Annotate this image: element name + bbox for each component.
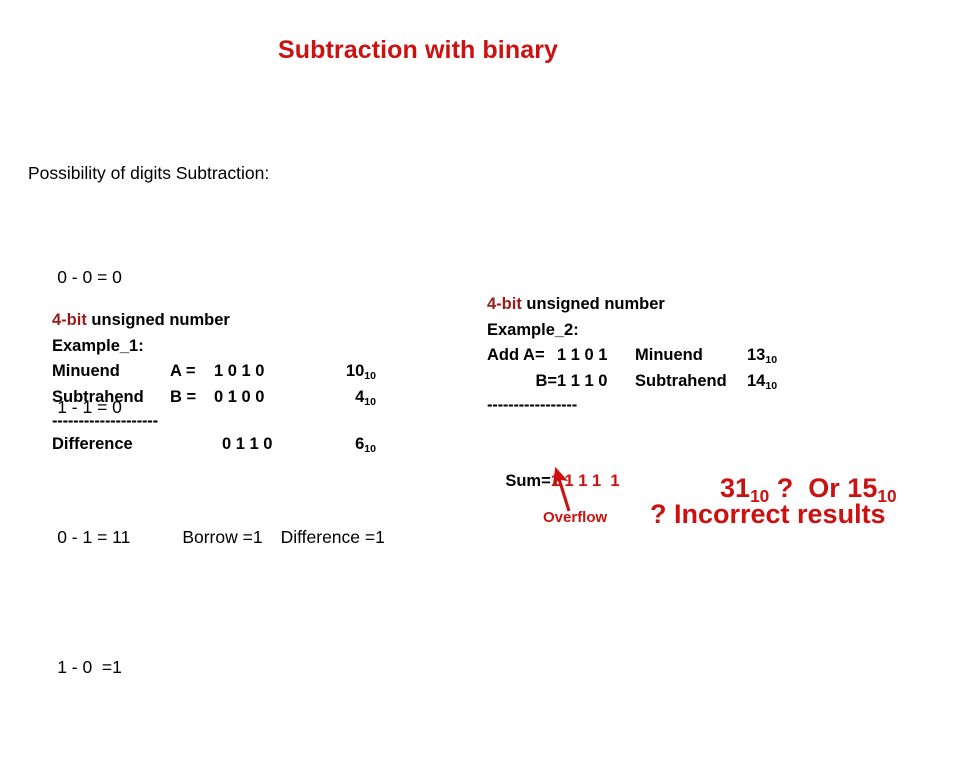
example-1-subtrahend-bits: 0 1 0 0 [214,387,265,406]
example-1-label: Example_1: [52,336,144,355]
example-2-minuend-row: Add A= 1 1 0 1 Minuend 1310 [487,343,793,369]
example-2-subtrahend-decimal: 1410 [747,371,778,392]
rule-row-1: 0 - 0 = 0 [28,238,385,316]
example-2-label: Example_2: [487,320,579,339]
example-1-minuend-var: A = [170,362,196,380]
rule-expression-3: 0 - 1 = 11 [57,527,131,547]
overflow-label: Overflow [543,509,608,526]
example-1-minuend-name: Minuend [52,362,120,380]
rule-row-4: 1 - 0 =1 [28,628,385,706]
rule-expression-4: 1 - 0 =1 [57,657,122,677]
example-1-subtrahend-row: Subtrahend B = 0 1 0 0 410 [52,385,376,411]
rule-borrow-3: Borrow =1 [182,527,263,547]
example-2-subtrahend-role: Subtrahend [635,371,727,390]
rule-row-3: 0 - 1 = 11 Borrow =1 Difference =1 [28,498,385,576]
example-1-subtrahend-name: Subtrahend [52,387,144,406]
example-1-block: 4-bit unsigned number Example_1: Minuend… [52,308,376,458]
example-2-header-rest: unsigned number [521,295,665,313]
example-1-separator: -------------------- [52,412,158,430]
example-1-difference-name: Difference [52,435,133,453]
rule-difference-3: Difference =1 [280,527,385,547]
example-2-bitwidth: 4-bit [487,295,522,313]
example-2-minuend-bits: 1 1 0 1 [557,346,608,364]
slide-canvas: Subtraction with binary Possibility of d… [0,0,960,677]
example-2-header: 4-bit unsigned number [487,292,793,318]
example-1-header: 4-bit unsigned number [52,308,376,334]
rule-expression-1: 0 - 0 = 0 [57,267,122,287]
overflow-arrow-icon [552,466,571,512]
example-1-subtrahend-decimal: 410 [355,387,376,408]
example-2-block: 4-bit unsigned number Example_2: Add A= 1… [487,292,793,416]
rules-heading: Possibility of digits Subtraction: [28,163,270,183]
example-1-minuend-bits: 1 0 1 0 [214,362,265,380]
example-1-bitwidth: 4-bit [52,311,87,329]
incorrect-results-text: ? Incorrect results [650,499,886,529]
example-2-minuend-operator: Add A= [487,346,545,364]
example-2-subtrahend-operator: B= [535,371,557,390]
example-1-subtrahend-var: B = [170,387,197,406]
example-1-minuend-row: Minuend A = 1 0 1 0 1010 [52,359,376,385]
example-1-minuend-decimal: 1010 [345,362,376,382]
page-title: Subtraction with binary [277,36,559,64]
example-2-separator: ----------------- [487,396,578,414]
example-2-subtrahend-row: B= 1 1 1 0 Subtrahend 1410 [487,369,793,395]
example-1-header-rest: unsigned number [86,311,230,329]
example-2-minuend-decimal: 1310 [747,346,778,366]
example-2-minuend-role: Minuend [635,346,703,364]
example-1-difference-decimal: 610 [355,435,376,455]
example-1-difference-bits: 0 1 1 0 [222,435,273,453]
example-2-subtrahend-bits: 1 1 1 0 [557,371,608,390]
example-1-difference-row: Difference 0 1 1 0 610 [52,432,376,458]
